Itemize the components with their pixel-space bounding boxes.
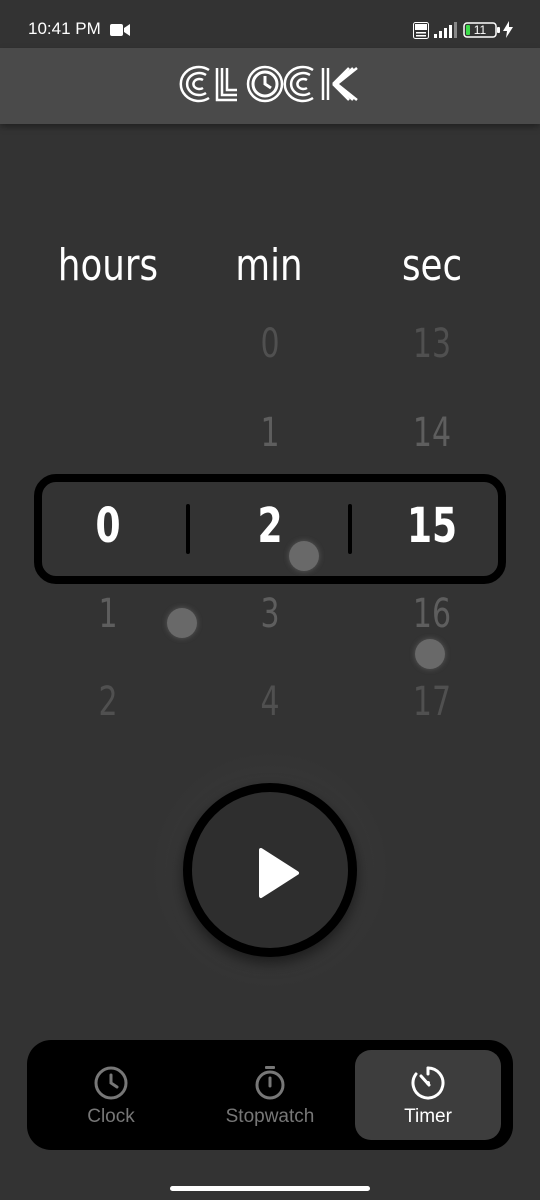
touch-indicator-dot (167, 608, 197, 638)
nav-label-clock: Clock (87, 1106, 135, 1127)
signal-icon (434, 22, 457, 38)
hours-label: hours (57, 240, 159, 291)
charging-bolt-icon (503, 21, 513, 38)
timer-screen: 10:41 PM 11 hours min sec 1 2 0 0 1 2 3 … (0, 0, 540, 1200)
timer-icon (411, 1066, 445, 1100)
clock-logo (179, 65, 358, 103)
nav-label-stopwatch: Stopwatch (225, 1106, 315, 1127)
touch-indicator-dot (289, 541, 319, 571)
app-bar (0, 48, 540, 124)
seconds-value-below-2[interactable]: 17 (402, 678, 462, 726)
video-camera-icon (110, 24, 130, 36)
home-indicator[interactable] (170, 1186, 370, 1191)
minutes-value-above-1[interactable]: 1 (240, 409, 300, 457)
seconds-value-above-2[interactable]: 13 (402, 320, 462, 368)
minutes-seconds-divider (348, 504, 352, 554)
volte-icon (413, 22, 429, 39)
status-bar: 10:41 PM 11 (0, 0, 540, 48)
touch-indicator-dot (415, 639, 445, 669)
battery-level: 11 (473, 23, 487, 37)
seconds-value-below-1[interactable]: 16 (402, 590, 462, 638)
nav-item-stopwatch[interactable]: Stopwatch (197, 1050, 343, 1140)
nav-item-timer[interactable]: Timer (355, 1050, 501, 1140)
nav-item-clock[interactable]: Clock (38, 1050, 184, 1140)
hours-value-below-2[interactable]: 2 (78, 678, 138, 726)
minutes-value-below-2[interactable]: 4 (240, 678, 300, 726)
bottom-navigation: Clock Stopwatch Timer (27, 1040, 513, 1150)
hours-minutes-divider (186, 504, 190, 554)
seconds-value-above-1[interactable]: 14 (402, 409, 462, 457)
hours-value-below-1[interactable]: 1 (78, 590, 138, 638)
minutes-label: min (235, 240, 303, 291)
selection-frame (34, 474, 506, 584)
minutes-value-above-2[interactable]: 0 (240, 320, 300, 368)
clock-icon (94, 1066, 128, 1100)
seconds-label: sec (401, 240, 463, 291)
nav-label-timer: Timer (404, 1106, 452, 1127)
start-timer-button[interactable] (183, 783, 357, 957)
play-icon (259, 848, 299, 898)
status-time: 10:41 PM (28, 19, 101, 38)
stopwatch-icon (255, 1066, 285, 1100)
minutes-value-below-1[interactable]: 3 (240, 590, 300, 638)
